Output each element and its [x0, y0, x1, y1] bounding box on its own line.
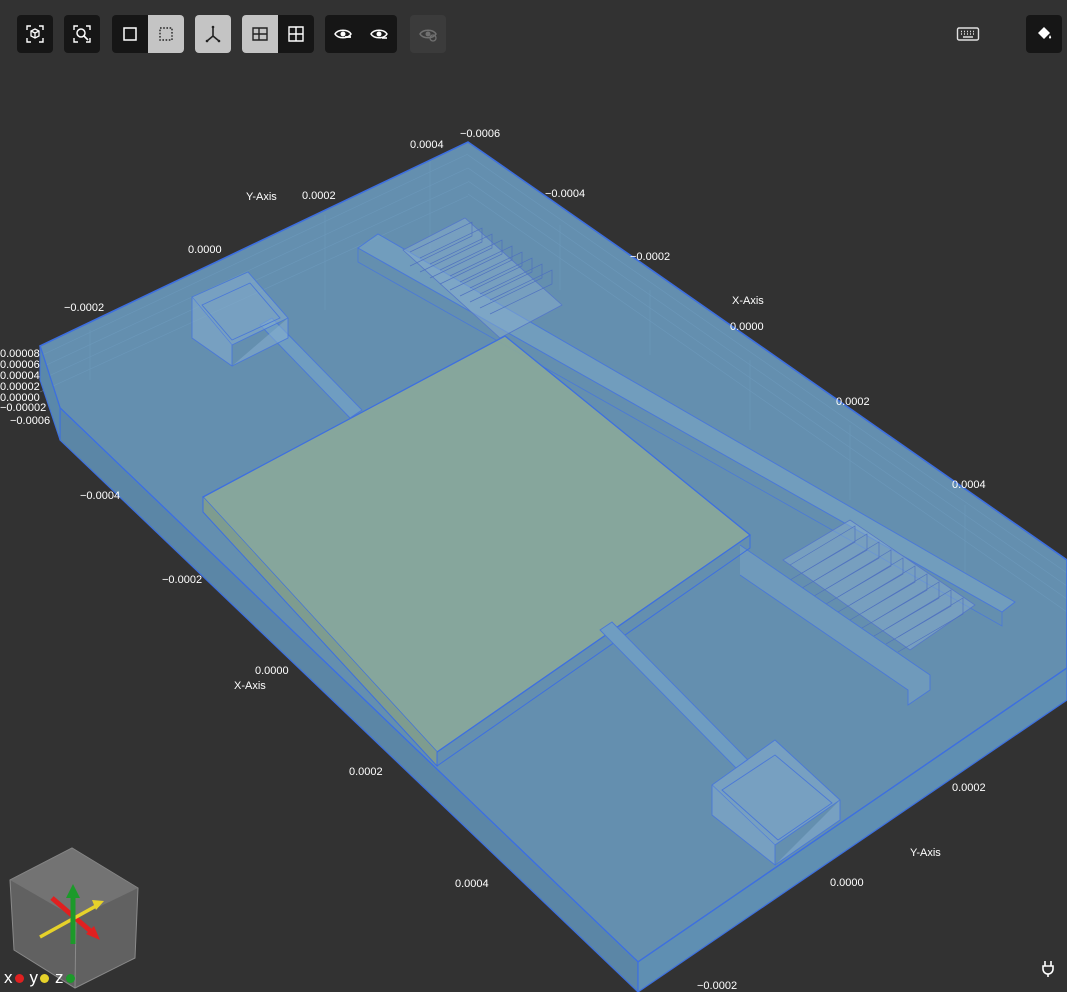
- square-icon: [123, 27, 137, 41]
- y-color-dot: [40, 973, 49, 983]
- show-button[interactable]: [325, 15, 361, 53]
- viewer-toolbar: [0, 0, 1067, 70]
- bottom-y-axis-label: Y-Axis: [910, 847, 941, 859]
- perspective-button[interactable]: [242, 15, 278, 53]
- cube-focus-icon: [26, 25, 44, 43]
- keyboard-button[interactable]: [950, 15, 986, 53]
- top-x-axis-label: X-Axis: [732, 295, 764, 307]
- orientation-cube[interactable]: [9, 847, 139, 989]
- paint-bucket-icon: [1038, 27, 1052, 39]
- top-y-tick-3: 0.0000: [188, 244, 222, 256]
- zoom-fit-button[interactable]: [64, 15, 100, 53]
- perspective-icon: [252, 27, 268, 41]
- top-x-tick-5: 0.0004: [952, 479, 986, 491]
- z-tick-6: −0.00002: [0, 402, 46, 414]
- bottom-y-tick-1: 0.0002: [952, 782, 986, 794]
- 3d-viewport[interactable]: 0.0004 0.0002 0.0000 −0.0002 Y-Axis −0.0…: [0, 70, 1067, 992]
- bottom-y-tick-3: −0.0002: [697, 980, 737, 992]
- bottom-x-tick-1: −0.0004: [80, 490, 120, 502]
- top-y-tick-4: −0.0002: [64, 302, 104, 314]
- top-x-tick-start: −0.0006: [460, 128, 500, 140]
- triad-y-label: y: [29, 968, 39, 987]
- bottom-x-tick-5: 0.0004: [455, 878, 489, 890]
- select-box-button[interactable]: [148, 15, 184, 53]
- grid-icon: [288, 26, 304, 42]
- fit-all-button[interactable]: [17, 15, 53, 53]
- select-single-button[interactable]: [112, 15, 148, 53]
- eye-plus-icon: [370, 29, 388, 39]
- z-color-dot: [65, 973, 75, 983]
- triad-x-label: x: [4, 968, 13, 987]
- bottom-x-tick-2: −0.0002: [162, 574, 202, 586]
- paint-button[interactable]: [1026, 15, 1062, 53]
- zoom-search-icon: [73, 25, 91, 43]
- x-color-dot: [14, 973, 24, 983]
- keyboard-icon: [956, 27, 980, 41]
- grid-view-button[interactable]: [278, 15, 314, 53]
- top-x-tick-2: −0.0002: [630, 251, 670, 263]
- top-x-tick-1: −0.0004: [545, 188, 585, 200]
- bottom-x-tick-3: 0.0000: [255, 665, 289, 677]
- axes-icon: [205, 25, 221, 43]
- top-x-tick-4: 0.0002: [836, 396, 870, 408]
- show-all-button[interactable]: [361, 15, 397, 53]
- top-y-axis-label: Y-Axis: [246, 191, 277, 203]
- eye-show-icon: [334, 29, 352, 39]
- bottom-y-tick-2: 0.0000: [830, 877, 864, 889]
- triad-z-label: z: [55, 968, 64, 987]
- bottom-x-axis-label: X-Axis: [234, 680, 266, 692]
- top-y-tick-1: 0.0004: [410, 139, 444, 151]
- axes-toggle-button[interactable]: [195, 15, 231, 53]
- plug-icon[interactable]: [1038, 958, 1058, 978]
- dashed-square-icon: [159, 27, 173, 41]
- triad-legend: x y z: [4, 968, 79, 988]
- top-y-tick-2: 0.0002: [302, 190, 336, 202]
- eye-hide-icon: [419, 29, 437, 42]
- bottom-x-tick-4: 0.0002: [349, 766, 383, 778]
- z-corner-tick: −0.0006: [10, 415, 50, 427]
- hide-button[interactable]: [410, 15, 446, 53]
- scene-svg: 0.0004 0.0002 0.0000 −0.0002 Y-Axis −0.0…: [0, 128, 1067, 992]
- top-x-tick-3: 0.0000: [730, 321, 764, 333]
